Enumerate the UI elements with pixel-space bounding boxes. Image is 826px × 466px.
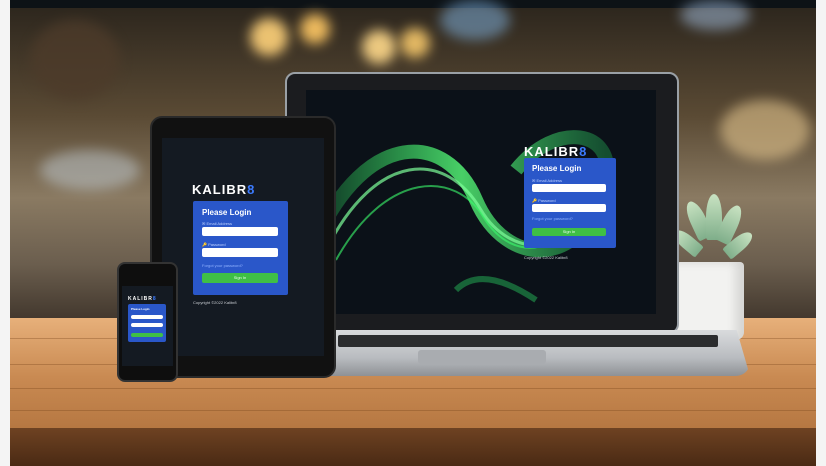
laptop-trackpad bbox=[418, 350, 546, 364]
bokeh-light bbox=[720, 100, 810, 160]
sign-in-button[interactable]: Sign In bbox=[202, 273, 278, 283]
password-label: 🔑 Password bbox=[202, 242, 226, 247]
plant-pot bbox=[676, 262, 744, 340]
phone-login-card: Please Login bbox=[128, 304, 166, 342]
bokeh-light bbox=[30, 20, 120, 100]
laptop-login-card: Please Login ✉ Email Address 🔑 Password … bbox=[524, 158, 616, 248]
phone-brand-logo: KALIBR8 bbox=[128, 296, 157, 302]
tablet-brand-logo: KALIBR8 bbox=[192, 182, 256, 197]
email-label: ✉ Email Address bbox=[202, 221, 233, 226]
table-edge bbox=[0, 428, 826, 466]
password-input[interactable] bbox=[202, 248, 278, 257]
forgot-password-link[interactable]: Forgot your password? bbox=[532, 216, 573, 221]
bokeh-light bbox=[440, 0, 510, 40]
tablet-login-card: Please Login ✉ Email Address 🔑 Password … bbox=[193, 201, 288, 295]
password-input[interactable] bbox=[131, 323, 163, 327]
bokeh-light bbox=[300, 14, 330, 44]
forgot-password-link[interactable]: Forgot your password? bbox=[202, 263, 243, 268]
email-label: ✉ Email Address bbox=[532, 178, 563, 183]
login-title: Please Login bbox=[532, 164, 582, 173]
left-edge bbox=[0, 0, 10, 466]
bokeh-light bbox=[680, 0, 750, 30]
scene: KALIBR8 Please Login ✉ Email Address 🔑 P… bbox=[0, 0, 826, 466]
bokeh-light bbox=[250, 18, 288, 56]
password-input[interactable] bbox=[532, 204, 606, 212]
right-edge bbox=[816, 0, 826, 466]
email-input[interactable] bbox=[131, 315, 163, 319]
password-label: 🔑 Password bbox=[532, 198, 556, 203]
login-title: Please Login bbox=[131, 307, 150, 311]
bokeh-light bbox=[362, 30, 396, 64]
sign-in-button[interactable] bbox=[131, 333, 163, 337]
laptop-keyboard bbox=[338, 335, 718, 347]
email-input[interactable] bbox=[202, 227, 278, 236]
copyright-text: Copyright ©2022 Kalibr8 bbox=[524, 255, 568, 260]
copyright-text: Copyright ©2022 Kalibr8 bbox=[193, 300, 237, 305]
bokeh-light bbox=[40, 150, 140, 190]
sign-in-button[interactable]: Sign In bbox=[532, 228, 606, 236]
email-input[interactable] bbox=[532, 184, 606, 192]
login-title: Please Login bbox=[202, 208, 252, 217]
laptop-brand-logo: KALIBR8 bbox=[524, 144, 588, 159]
bokeh-light bbox=[400, 28, 430, 58]
